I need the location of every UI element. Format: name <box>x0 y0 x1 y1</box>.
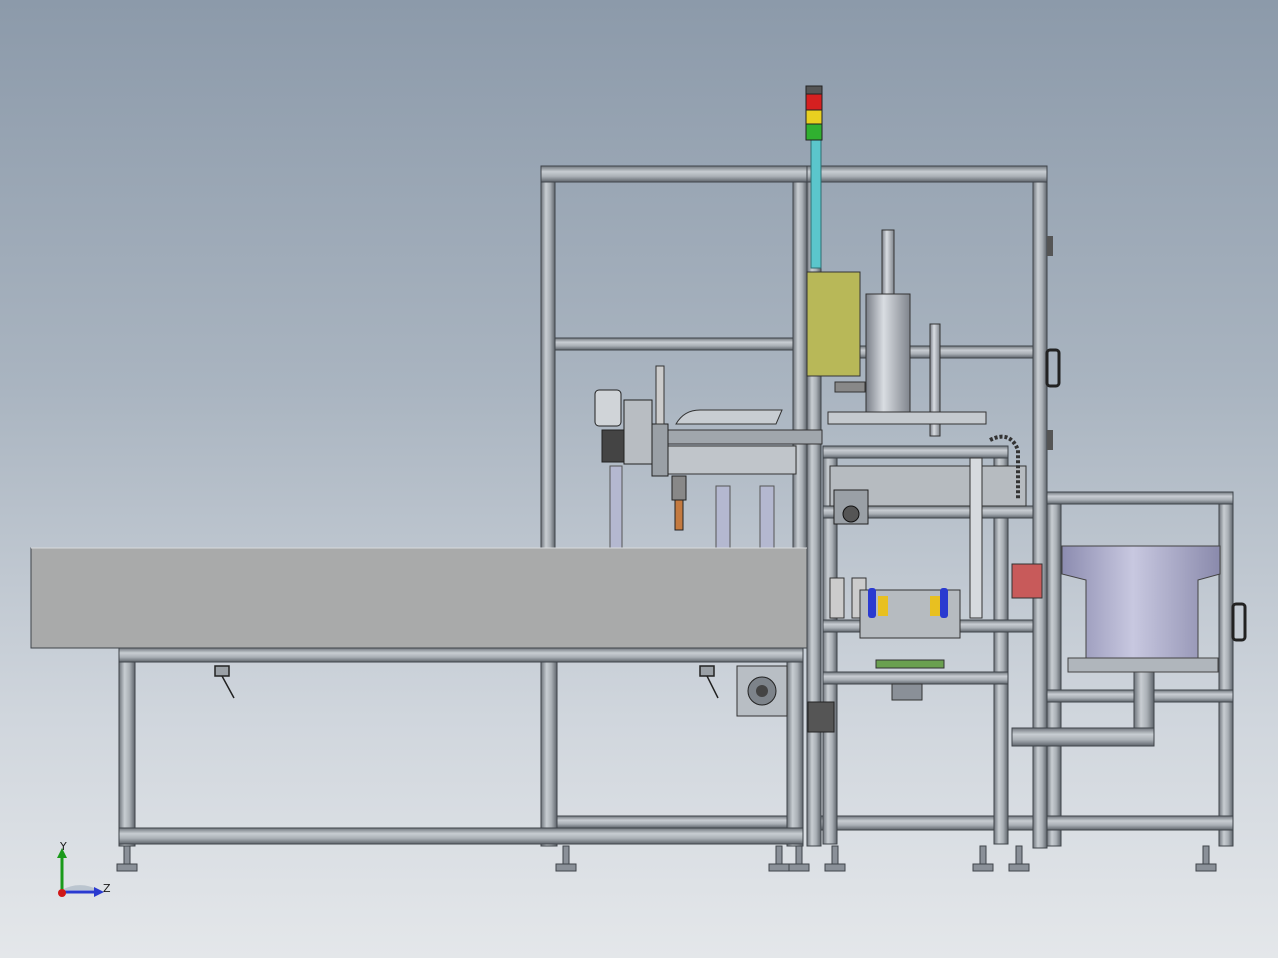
coordinate-triad <box>57 848 104 897</box>
conveyor-frame <box>116 647 810 872</box>
gantry-module <box>594 365 823 551</box>
pink-part <box>1011 563 1043 599</box>
control-box <box>806 271 861 377</box>
axis-label-z: Z <box>103 882 111 895</box>
cad-viewport[interactable]: Y Z <box>0 0 1278 958</box>
feeder-frame <box>1011 491 1247 872</box>
machine-drawing: Y Z <box>30 85 1247 897</box>
feeder-bowl <box>1061 545 1221 661</box>
axis-label-y: Y <box>59 840 67 853</box>
conveyor-belt <box>30 547 808 649</box>
